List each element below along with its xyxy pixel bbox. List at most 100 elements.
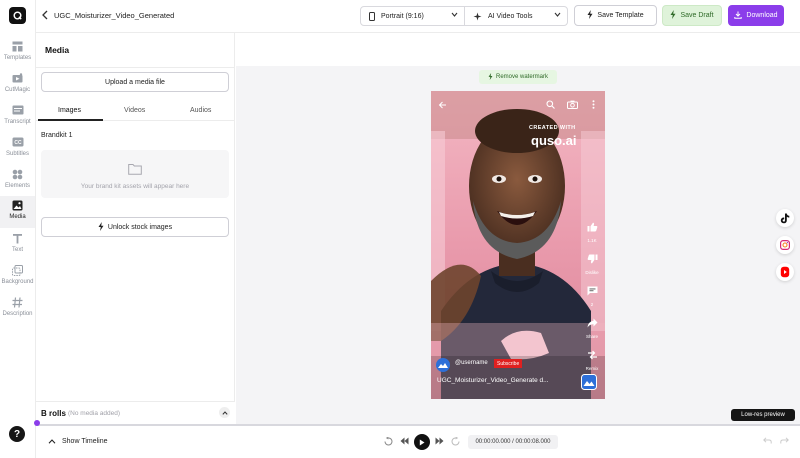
- sidebar-label: Background: [1, 279, 34, 285]
- sidebar-label: Text: [11, 247, 23, 253]
- remove-watermark-button[interactable]: Remove watermark: [479, 70, 557, 84]
- save-draft-label: Save Draft: [680, 12, 714, 19]
- show-timeline-toggle[interactable]: Show Timeline: [48, 438, 108, 445]
- tiktok-icon: [780, 213, 790, 223]
- templates-icon: [11, 39, 25, 53]
- remix-button[interactable]: Remix: [581, 347, 603, 371]
- upload-media-button[interactable]: Upload a media file: [41, 72, 229, 92]
- chevron-up-icon[interactable]: [219, 407, 230, 418]
- channel-avatar[interactable]: [436, 358, 450, 377]
- sidebar-item-templates[interactable]: Templates: [0, 37, 35, 69]
- remix-icon: [587, 350, 597, 360]
- show-timeline-label: Show Timeline: [62, 438, 108, 445]
- redo-icon[interactable]: [780, 437, 789, 446]
- chevron-down-icon: [554, 12, 561, 19]
- brandkit-dropzone: Your brand kit assets will appear here: [41, 150, 229, 198]
- created-with-label: CREATED WITH: [529, 125, 576, 131]
- app-logo[interactable]: [9, 7, 26, 24]
- sidebar-item-transcript[interactable]: Transcript: [0, 101, 35, 133]
- tab-videos[interactable]: Videos: [124, 107, 145, 114]
- ai-tools-select[interactable]: AI Video Tools: [464, 6, 568, 26]
- dislike-label: Dislike: [585, 270, 599, 275]
- like-button[interactable]: 1.1K: [581, 219, 603, 243]
- remove-watermark-label: Remove watermark: [495, 74, 548, 80]
- tab-images[interactable]: Images: [58, 107, 81, 114]
- save-draft-button[interactable]: Save Draft: [662, 5, 722, 26]
- share-icon: [587, 318, 597, 328]
- aspect-ratio-select[interactable]: Portrait (9:16): [360, 6, 465, 26]
- brandkit-empty-text: Your brand kit assets will appear here: [80, 183, 190, 190]
- save-template-label: Save Template: [597, 12, 644, 19]
- music-avatar[interactable]: [581, 374, 597, 395]
- download-label: Download: [746, 12, 778, 19]
- sidebar-item-description[interactable]: Description: [0, 293, 35, 325]
- undo-icon[interactable]: [763, 437, 772, 446]
- scrubber-handle[interactable]: [34, 420, 40, 426]
- share-button[interactable]: Share: [581, 315, 603, 339]
- skip-forward-icon[interactable]: [435, 437, 444, 447]
- elements-icon: [11, 167, 25, 181]
- back-arrow-icon[interactable]: [438, 96, 447, 114]
- chevron-up-icon: [48, 439, 56, 444]
- help-button[interactable]: ?: [9, 426, 25, 442]
- sidebar-item-cutmagic[interactable]: CutMagic: [0, 69, 35, 101]
- sidebar-item-subtitles[interactable]: CC Subtitles: [0, 133, 35, 165]
- top-bar: UGC_Moisturizer_Video_Generated Portrait…: [36, 0, 800, 33]
- comment-count: 2: [590, 302, 594, 307]
- brolls-section: B rolls (No media added): [36, 401, 235, 425]
- sidebar-item-background[interactable]: Background: [0, 261, 35, 293]
- aspect-ratio-value: Portrait (9:16): [381, 12, 424, 20]
- unlock-stock-images-button[interactable]: Unlock stock images: [41, 217, 229, 237]
- sparkle-icon: [473, 12, 482, 21]
- forward-icon[interactable]: [451, 436, 460, 448]
- download-icon: [734, 11, 743, 21]
- dislike-button[interactable]: Dislike: [581, 251, 603, 275]
- download-button[interactable]: Download: [728, 5, 784, 26]
- sidebar-item-elements[interactable]: Elements: [0, 165, 35, 197]
- editor-app: Templates CutMagic Transcript CC Subtitl…: [0, 0, 800, 458]
- chevron-down-icon: [451, 12, 458, 19]
- timeline-scrubber[interactable]: [34, 420, 800, 426]
- portrait-icon: [369, 11, 375, 21]
- sidebar-label: Description: [2, 311, 33, 317]
- sidebar-label: CutMagic: [4, 87, 31, 93]
- skip-back-icon[interactable]: [400, 437, 409, 447]
- youtube-shorts-share-button[interactable]: [776, 263, 794, 281]
- sidebar-label: Elements: [4, 183, 30, 189]
- sidebar-label: Subtitles: [5, 151, 29, 157]
- more-vertical-icon[interactable]: [592, 96, 595, 114]
- play-button[interactable]: [414, 434, 430, 450]
- subscribe-button[interactable]: Subscribe: [494, 359, 523, 368]
- camera-icon[interactable]: [567, 96, 578, 114]
- comment-icon: [587, 286, 597, 296]
- search-icon[interactable]: [546, 96, 555, 114]
- logo-icon: [13, 11, 22, 20]
- unlock-label: Unlock stock images: [107, 223, 173, 231]
- project-title[interactable]: UGC_Moisturizer_Video_Generated: [54, 11, 174, 20]
- timeline-bar: Show Timeline 00:00:00.000 / 00:00:08.00…: [34, 420, 800, 458]
- save-template-button[interactable]: Save Template: [574, 5, 657, 26]
- sidebar-item-media[interactable]: Media: [0, 196, 35, 228]
- subtitles-icon: CC: [11, 135, 25, 149]
- quso-brand-text: quso.ai: [531, 133, 577, 148]
- transcript-icon: [11, 103, 25, 117]
- video-title: UGC_Moisturizer_Video_Generate d...: [437, 377, 549, 384]
- video-frame: [431, 91, 605, 399]
- thumbs-up-icon: [587, 222, 597, 232]
- sidebar-item-text[interactable]: Text: [0, 229, 35, 261]
- video-preview[interactable]: CREATED WITH quso.ai 1.1K Dislike 2 Shar…: [431, 91, 605, 399]
- channel-username[interactable]: @username: [455, 360, 488, 366]
- tiktok-share-button[interactable]: [776, 209, 794, 227]
- tab-audios[interactable]: Audios: [190, 107, 211, 114]
- back-arrow-icon[interactable]: [41, 10, 51, 22]
- youtube-shorts-icon: [780, 266, 790, 278]
- comments-button[interactable]: 2: [581, 283, 603, 307]
- instagram-share-button[interactable]: [776, 236, 794, 254]
- brandkit-label: Brandkit 1: [41, 132, 73, 139]
- sidebar-label: Transcript: [4, 119, 31, 125]
- like-count: 1.1K: [587, 238, 597, 243]
- bolt-icon: [488, 72, 493, 82]
- cutmagic-icon: [11, 71, 25, 85]
- rewind-icon[interactable]: [384, 436, 393, 448]
- divider: [36, 67, 235, 68]
